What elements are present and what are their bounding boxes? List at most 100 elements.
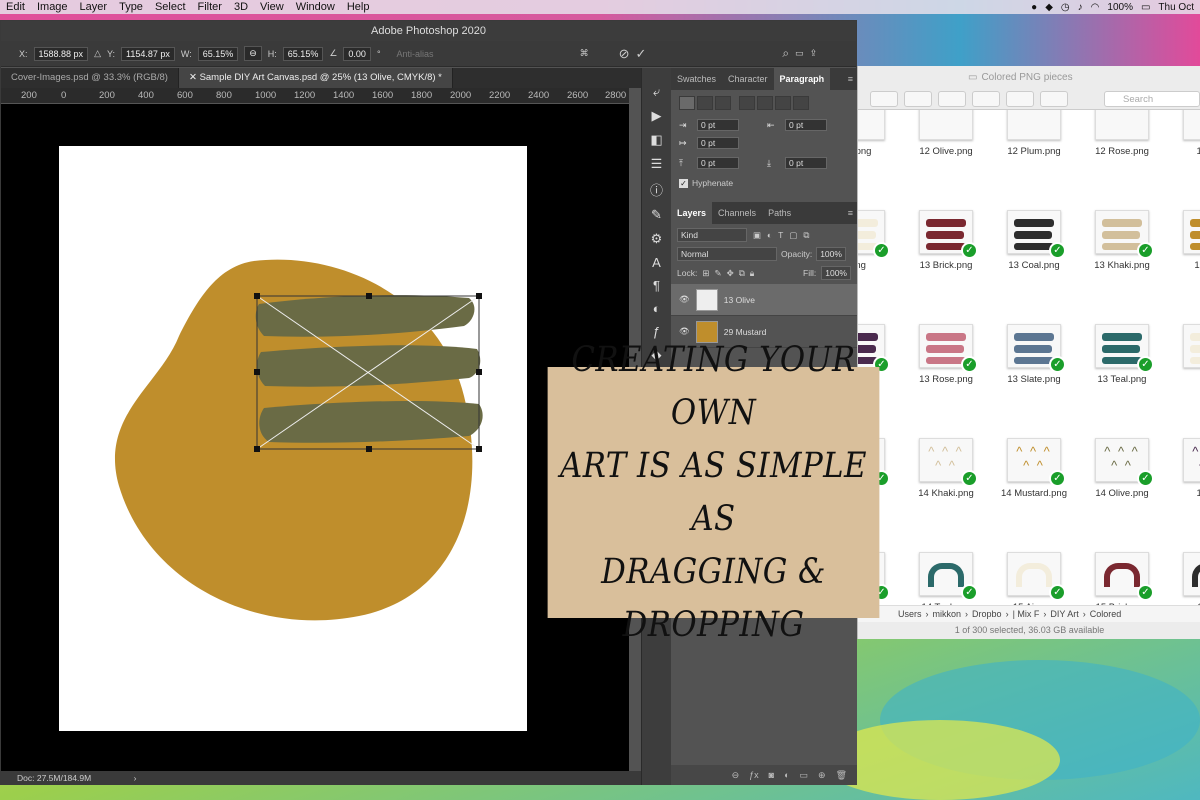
space-before-field[interactable]: 0 pt [697,157,739,169]
finder-file-item[interactable]: ✓ 13 Coal.png [994,210,1074,271]
menu-view[interactable]: View [254,1,290,13]
justify-right-icon[interactable] [775,96,791,110]
lock-paint-icon[interactable]: ✎ [714,268,721,279]
status-arrow-icon[interactable]: › [134,773,137,783]
action-gear-button[interactable] [938,90,966,107]
finder-file-item[interactable]: ^ ^ ^ ^ ^ ✓ 14 Mustard.png [994,438,1074,499]
back-forward-button[interactable] [870,90,898,107]
commit-transform-icon[interactable]: ✓ [635,46,646,62]
lock-all-icon[interactable]: 🔒︎ [750,268,755,279]
history-icon[interactable]: ⤶ [653,84,660,100]
finder-file-item[interactable]: ✓ 13 Rose.png [906,324,986,385]
filter-adjust-icon[interactable]: ◐ [767,230,772,240]
menu-layer[interactable]: Layer [74,1,114,13]
share-icon[interactable]: ⇪ [810,48,818,59]
share-button[interactable] [972,90,1000,107]
status-icon[interactable]: ● [1031,2,1037,13]
menu-edit[interactable]: Edit [0,1,31,13]
filter-shape-icon[interactable]: ▢ [789,230,797,241]
canvas-area[interactable] [1,104,629,771]
menu-select[interactable]: Select [149,1,192,13]
fill-field[interactable]: 100% [821,266,851,280]
lock-pixels-icon[interactable]: ⊞ [702,268,709,279]
align-right-icon[interactable] [715,96,731,110]
link-layers-icon[interactable]: ⊖ [732,770,740,781]
menu-filter[interactable]: Filter [192,1,228,13]
delta-icon[interactable]: △ [94,48,101,59]
tab-paragraph[interactable]: Paragraph [773,68,831,90]
menu-window[interactable]: Window [290,1,341,13]
clock-icon[interactable]: ◷ [1061,2,1070,13]
path-diy-art[interactable]: DIY Art [1050,609,1078,619]
finder-file-item[interactable]: ✓ 13 Teal.png [1082,324,1162,385]
menu-type[interactable]: Type [113,1,149,13]
layers-menu-icon[interactable]: ≡ [848,208,857,218]
styles-icon[interactable]: ◐ [653,301,661,316]
view-mode-button[interactable] [904,90,932,107]
adjustment-layer-icon[interactable]: ◐ [784,770,789,780]
left-indent-field[interactable]: 0 pt [697,119,739,131]
width-field[interactable]: 65.15% [197,46,239,61]
finder-file-item[interactable]: ^ ^ ^ ^ ^ ✓ 14 Khaki.png [906,438,986,499]
tab-channels[interactable]: Channels [712,202,762,224]
finder-file-item[interactable]: ✓ 14 A [1170,324,1200,385]
add-mask-icon[interactable]: ◙ [769,770,774,780]
finder-file-item[interactable]: 12 Rose.png [1082,110,1162,157]
artboard[interactable] [59,146,527,731]
adjust-icon[interactable]: ⚙ [651,231,663,247]
finder-file-item[interactable]: ^ ^ ^^ ^✓ 14 Plu [1170,438,1200,499]
battery-percent[interactable]: 100% [1107,2,1133,13]
menubar-date[interactable]: Thu Oct [1158,2,1194,13]
justify-left-icon[interactable] [739,96,755,110]
path-colored[interactable]: Colored [1090,609,1122,619]
tab-character[interactable]: Character [722,68,774,90]
tab-sample-diy-art-canvas[interactable]: ✕ Sample DIY Art Canvas.psd @ 25% (13 Ol… [178,68,453,88]
tab-paths[interactable]: Paths [762,202,797,224]
warp-icon[interactable]: ⌘ [580,48,589,59]
search-icon[interactable]: ⌕ [782,46,789,61]
finder-search-input[interactable]: Search [1104,90,1200,107]
blend-mode-select[interactable]: Normal [677,247,777,261]
info-icon[interactable]: ⓘ [650,180,663,199]
finder-file-item[interactable]: rd.png [858,110,898,157]
path-mix[interactable]: | Mix F [1013,609,1040,619]
volume-icon[interactable]: ♪ [1078,2,1083,13]
path-home[interactable]: mikkon [933,609,962,619]
add-style-icon[interactable]: ƒx [749,770,759,780]
close-tab-icon[interactable]: ✕ [189,72,200,83]
finder-file-item[interactable]: 12 Olive.png [906,110,986,157]
menu-help[interactable]: Help [341,1,376,13]
finder-file-item[interactable]: ✓ 13 Slate.png [994,324,1074,385]
finder-file-item[interactable]: 12 Plum.png [994,110,1074,157]
align-center-icon[interactable] [697,96,713,110]
justify-center-icon[interactable] [757,96,773,110]
first-line-indent-field[interactable]: 0 pt [697,137,739,149]
tab-swatches[interactable]: Swatches [671,68,722,90]
align-left-icon[interactable] [679,96,695,110]
battery-icon[interactable]: ▭ [1141,2,1150,13]
panel-menu-icon[interactable]: ≡ [848,74,857,84]
opacity-field[interactable]: 100% [816,247,846,261]
space-after-field[interactable]: 0 pt [785,157,827,169]
path-users[interactable]: Users [898,609,922,619]
tab-layers[interactable]: Layers [671,202,713,224]
kind-filter[interactable]: Kind [677,228,747,242]
link-icon[interactable]: ⊖ [244,46,262,61]
doc-size[interactable]: Doc: 27.5M/184.9M [17,773,91,783]
dropbox-button[interactable] [1040,90,1068,107]
finder-file-item[interactable]: ^ ^ ^ ^ ^ ✓ 14 Olive.png [1082,438,1162,499]
lock-move-icon[interactable]: ✥ [727,268,734,279]
y-field[interactable]: 1154.87 px [121,46,175,61]
finder-file-item[interactable]: ✓15 Air.png [994,552,1074,605]
finder-file-item[interactable]: ✓ 13 Brick.png [906,210,986,271]
angle-field[interactable]: 0.00 [343,46,371,61]
properties-icon[interactable]: ◧ [650,132,662,148]
finder-file-item[interactable]: ✓ 13 Khaki.png [1082,210,1162,271]
character-icon[interactable]: A [652,255,661,270]
path-dropbox[interactable]: Dropbo [972,609,1002,619]
finder-file-item[interactable]: ✓14 Teal.png [906,552,986,605]
layer-name[interactable]: 13 Olive [724,295,755,305]
actions-play-icon[interactable]: ▶ [652,108,662,124]
lock-artboard-icon[interactable]: ⧉ [739,268,745,279]
layer-row[interactable]: 👁︎ 13 Olive [671,284,857,316]
